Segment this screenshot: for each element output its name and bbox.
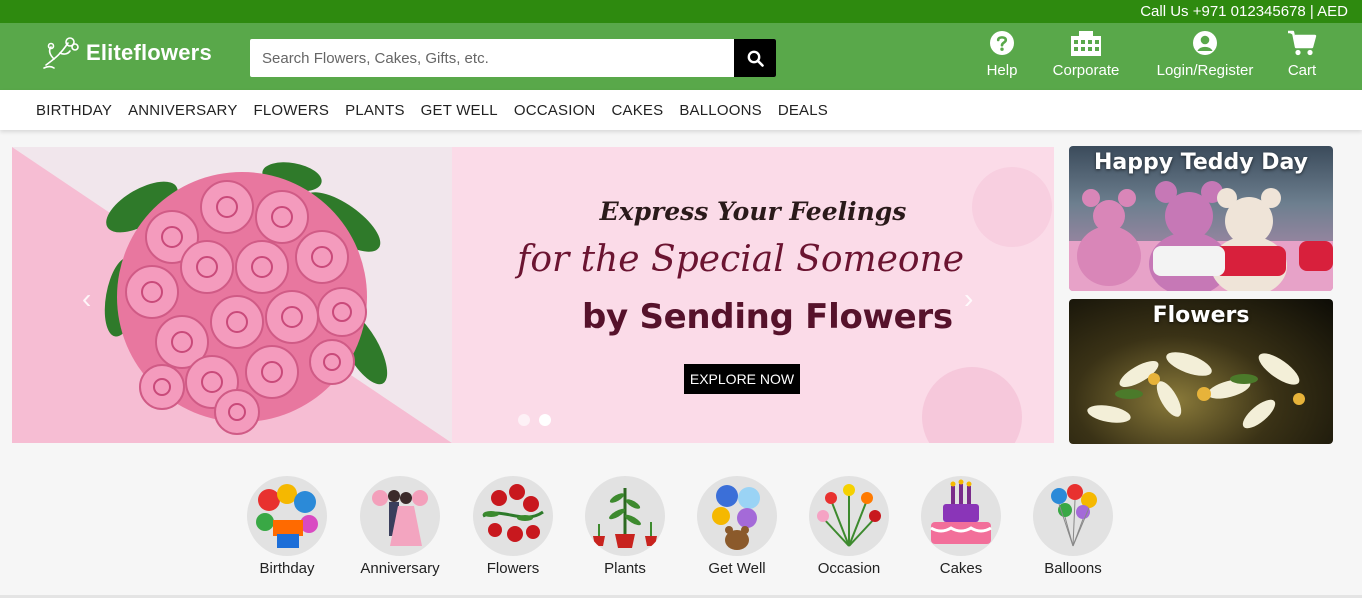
birthday-balloons-image xyxy=(247,476,327,556)
hero-line-3: by Sending Flowers xyxy=(582,297,953,337)
category-balloons[interactable]: Balloons xyxy=(1018,476,1128,577)
contact-text: Call Us +971 012345678 | AED xyxy=(1140,3,1348,20)
occasion-bouquet-image xyxy=(809,476,889,556)
login-register-label: Login/Register xyxy=(1156,62,1254,79)
slider-dot[interactable] xyxy=(518,414,530,426)
category-label: Cakes xyxy=(939,560,983,577)
question-circle-icon xyxy=(990,31,1014,55)
category-label: Get Well xyxy=(708,560,766,577)
logo[interactable]: Eliteflowers xyxy=(42,35,212,71)
header: Eliteflowers Help Corporate xyxy=(0,23,1362,90)
nav-item-get-well[interactable]: GET WELL xyxy=(421,102,498,119)
user-circle-icon xyxy=(1193,31,1217,55)
search-bar xyxy=(250,39,776,77)
category-plants[interactable]: Plants xyxy=(570,476,680,577)
potted-plants-image xyxy=(585,476,665,556)
anniversary-couple-image xyxy=(360,476,440,556)
nav-item-cakes[interactable]: CAKES xyxy=(611,102,663,119)
slider-dot-active[interactable] xyxy=(539,414,551,426)
help-label: Help xyxy=(986,62,1018,79)
category-label: Flowers xyxy=(486,560,540,577)
nav-item-balloons[interactable]: BALLOONS xyxy=(679,102,761,119)
teddy-day-title: Happy Teddy Day xyxy=(1093,150,1309,175)
rose-bouquet-image xyxy=(12,147,1052,443)
teddy-day-banner[interactable]: Happy Teddy Day xyxy=(1069,146,1333,291)
top-bar: Call Us +971 012345678 | AED xyxy=(0,0,1362,23)
category-occasion[interactable]: Occasion xyxy=(794,476,904,577)
building-icon xyxy=(1071,31,1101,56)
chevron-left-icon[interactable]: ‹ xyxy=(82,283,91,315)
cart-label: Cart xyxy=(1287,62,1317,79)
category-row: Birthday Anniversary Flowers Plants Get … xyxy=(0,470,1362,598)
category-birthday[interactable]: Birthday xyxy=(232,476,342,577)
category-cakes[interactable]: Cakes xyxy=(906,476,1016,577)
nav-item-anniversary[interactable]: ANNIVERSARY xyxy=(128,102,237,119)
corporate-label: Corporate xyxy=(1052,62,1120,79)
birthday-cake-image xyxy=(921,476,1001,556)
search-icon xyxy=(747,50,764,67)
get-well-balloons-image xyxy=(697,476,777,556)
hero-line-2: for the Special Someone xyxy=(517,239,965,280)
category-label: Balloons xyxy=(1044,560,1102,577)
balloons-image xyxy=(1033,476,1113,556)
nav-item-occasion[interactable]: OCCASION xyxy=(514,102,596,119)
category-label: Occasion xyxy=(817,560,881,577)
search-input[interactable] xyxy=(250,39,734,77)
nav-item-birthday[interactable]: BIRTHDAY xyxy=(36,102,112,119)
slider-dots xyxy=(518,414,560,426)
search-button[interactable] xyxy=(734,39,776,77)
category-anniversary[interactable]: Anniversary xyxy=(345,476,455,577)
hero-slider[interactable]: Express Your Feelings for the Special So… xyxy=(12,147,1054,443)
nav-item-plants[interactable]: PLANTS xyxy=(345,102,405,119)
cart-link[interactable]: Cart xyxy=(1282,29,1322,79)
nav-item-flowers[interactable]: FLOWERS xyxy=(254,102,330,119)
chevron-right-icon[interactable]: › xyxy=(964,283,973,315)
category-flowers[interactable]: Flowers xyxy=(458,476,568,577)
nav-item-deals[interactable]: DEALS xyxy=(778,102,828,119)
corporate-link[interactable]: Corporate xyxy=(1046,29,1126,79)
red-roses-image xyxy=(473,476,553,556)
flower-logo-icon xyxy=(43,37,79,69)
category-label: Birthday xyxy=(259,560,315,577)
main-nav: BIRTHDAY ANNIVERSARY FLOWERS PLANTS GET … xyxy=(0,90,1362,130)
cart-icon xyxy=(1288,30,1317,56)
login-register-link[interactable]: Login/Register xyxy=(1150,29,1260,79)
explore-now-button[interactable]: EXPLORE NOW xyxy=(684,364,800,394)
category-label: Plants xyxy=(604,560,646,577)
category-label: Anniversary xyxy=(360,560,440,577)
flowers-banner-title: Flowers xyxy=(1152,303,1250,328)
flowers-banner[interactable]: Flowers xyxy=(1069,299,1333,444)
hero-line-1: Express Your Feelings xyxy=(599,197,907,226)
category-get-well[interactable]: Get Well xyxy=(682,476,792,577)
help-link[interactable]: Help xyxy=(981,29,1023,79)
brand-name: Eliteflowers xyxy=(86,40,212,65)
